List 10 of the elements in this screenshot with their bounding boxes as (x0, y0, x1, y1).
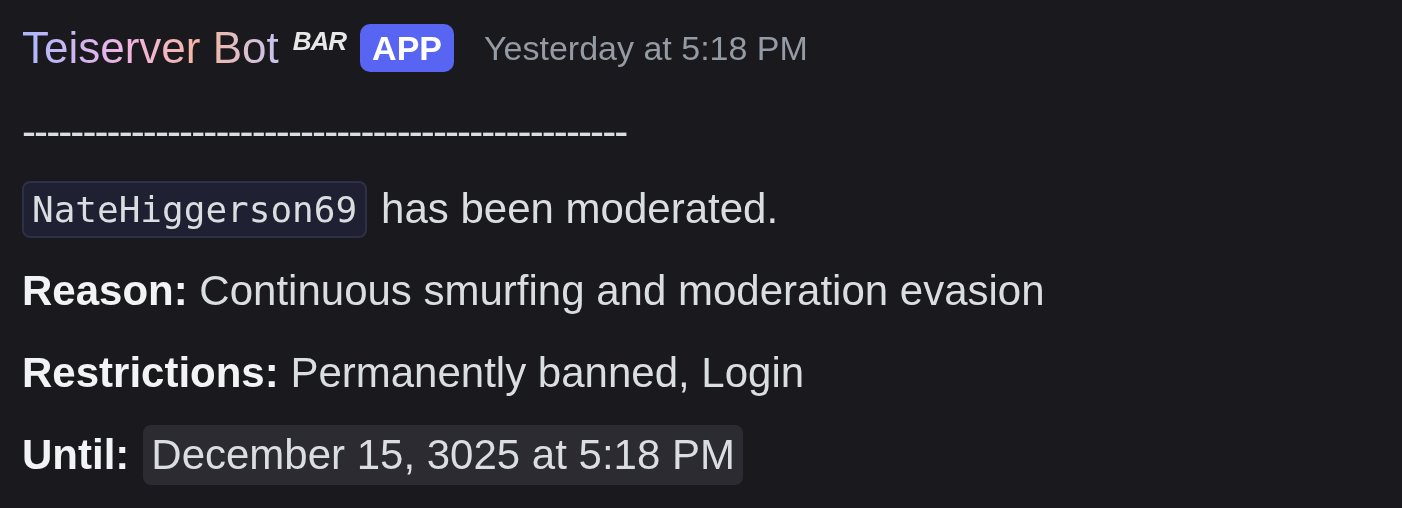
message-text: Restrictions: Permanently banned, Login (22, 349, 805, 397)
timestamp-chip: December 15, 3025 at 5:18 PM (143, 425, 743, 485)
app-badge: APP (360, 23, 455, 73)
guild-tag: BAR (292, 25, 347, 57)
field-label: Until: (22, 431, 130, 479)
message-text: Reason: Continuous smurfing and moderation evasion (22, 267, 1045, 315)
username-code: NateHiggerson69 (22, 180, 368, 238)
message-text: has been moderated. (381, 185, 779, 233)
timestamp: Yesterday at 5:18 PM (484, 28, 808, 68)
divider-text: -------------------------------------------------- (22, 107, 628, 157)
